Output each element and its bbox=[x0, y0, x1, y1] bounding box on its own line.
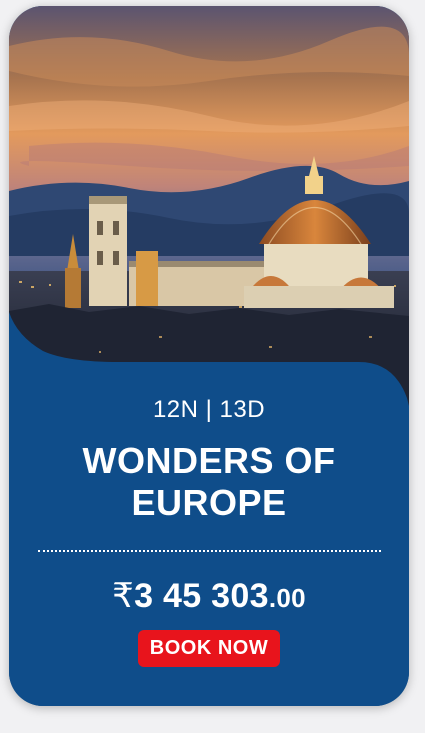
book-now-button[interactable]: BOOK NOW bbox=[137, 630, 281, 667]
package-info: 12N | 13D WONDERS OF EUROPE ₹3 45 303.00… bbox=[9, 386, 409, 667]
package-title: WONDERS OF EUROPE bbox=[82, 440, 336, 523]
package-duration: 12N | 13D bbox=[152, 396, 266, 423]
currency-symbol: ₹ bbox=[112, 577, 135, 615]
price-amount: 3 45 303 bbox=[134, 577, 269, 615]
tour-package-card[interactable]: 12N | 13D WONDERS OF EUROPE ₹3 45 303.00… bbox=[9, 6, 409, 706]
page: 12N | 13D WONDERS OF EUROPE ₹3 45 303.00… bbox=[0, 0, 425, 733]
price-decimal: .00 bbox=[268, 583, 306, 613]
dotted-divider bbox=[37, 550, 381, 552]
package-price: ₹3 45 303.00 bbox=[9, 576, 409, 616]
